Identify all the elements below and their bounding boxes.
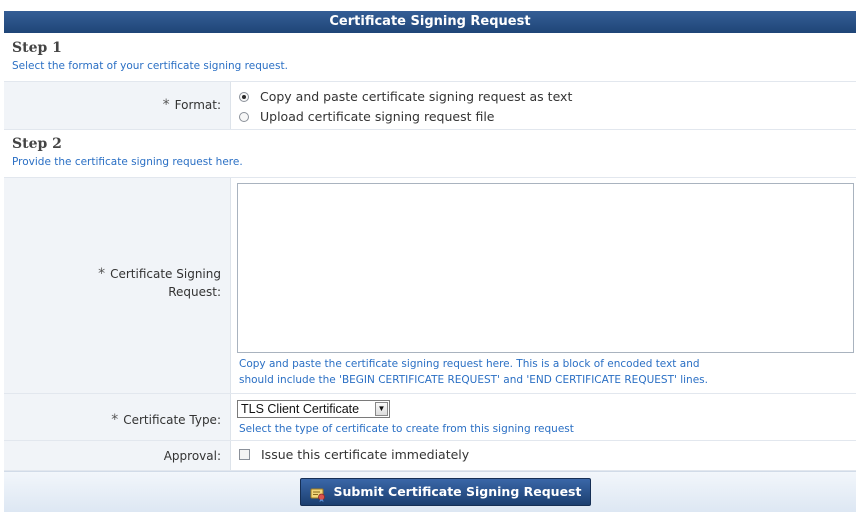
approval-option[interactable]: Issue this certificate immediately [239,447,469,462]
approval-checkbox-label: Issue this certificate immediately [261,447,470,462]
form-footer: Submit Certificate Signing Request [4,471,856,512]
format-option-upload-label: Upload certificate signing request file [260,109,495,124]
step2-title: Step 2 [12,136,62,152]
step2-description: Provide the certificate signing request … [12,156,243,168]
step1-header: Step 1 Select the format of your certifi… [4,40,856,82]
step1-description: Select the format of your certificate si… [12,60,288,72]
submit-button[interactable]: Submit Certificate Signing Request [300,478,591,506]
format-label-cell: * Format: [4,82,231,129]
approval-label-cell: Approval: [4,441,231,470]
format-row: * Format: Copy and paste certificate sign… [4,82,856,130]
cert-type-row: * Certificate Type: TLS Client Certificat… [4,394,856,441]
csr-panel: Certificate Signing Request Step 1 Selec… [4,0,856,512]
csr-help-text: Copy and paste the certificate signing r… [239,358,708,386]
format-label: * Format: [162,97,221,113]
certificate-icon [310,484,326,502]
required-mark: * [162,97,170,113]
format-option-paste[interactable]: Copy and paste certificate signing reque… [239,89,572,104]
cert-type-value: TLS Client Certificate [241,402,360,416]
approval-label: Approval: [163,449,221,463]
required-mark: * [111,412,119,428]
cert-type-label: * Certificate Type: [111,412,221,428]
step1-title: Step 1 [12,40,62,56]
cert-type-help-text: Select the type of certificate to create… [239,423,574,435]
chevron-down-icon[interactable]: ▼ [375,402,388,416]
format-option-upload[interactable]: Upload certificate signing request file [239,109,495,124]
csr-label: * Certificate Signing Request: [98,266,221,299]
csr-textarea[interactable] [237,183,854,353]
checkbox-icon[interactable] [239,449,250,460]
radio-selected-icon[interactable] [239,91,249,102]
approval-row: Approval: Issue this certificate immedia… [4,441,856,471]
format-option-paste-label: Copy and paste certificate signing reque… [260,89,573,104]
csr-row: * Certificate Signing Request: Copy and p… [4,178,856,394]
csr-label-cell: * Certificate Signing Request: [4,178,231,393]
cert-type-label-cell: * Certificate Type: [4,394,231,440]
required-mark: * [98,266,106,282]
submit-button-label: Submit Certificate Signing Request [333,484,582,499]
radio-icon[interactable] [239,111,249,122]
step2-header: Step 2 Provide the certificate signing r… [4,136,856,178]
cert-type-select[interactable]: TLS Client Certificate ▼ [237,400,390,418]
panel-title: Certificate Signing Request [4,11,856,33]
